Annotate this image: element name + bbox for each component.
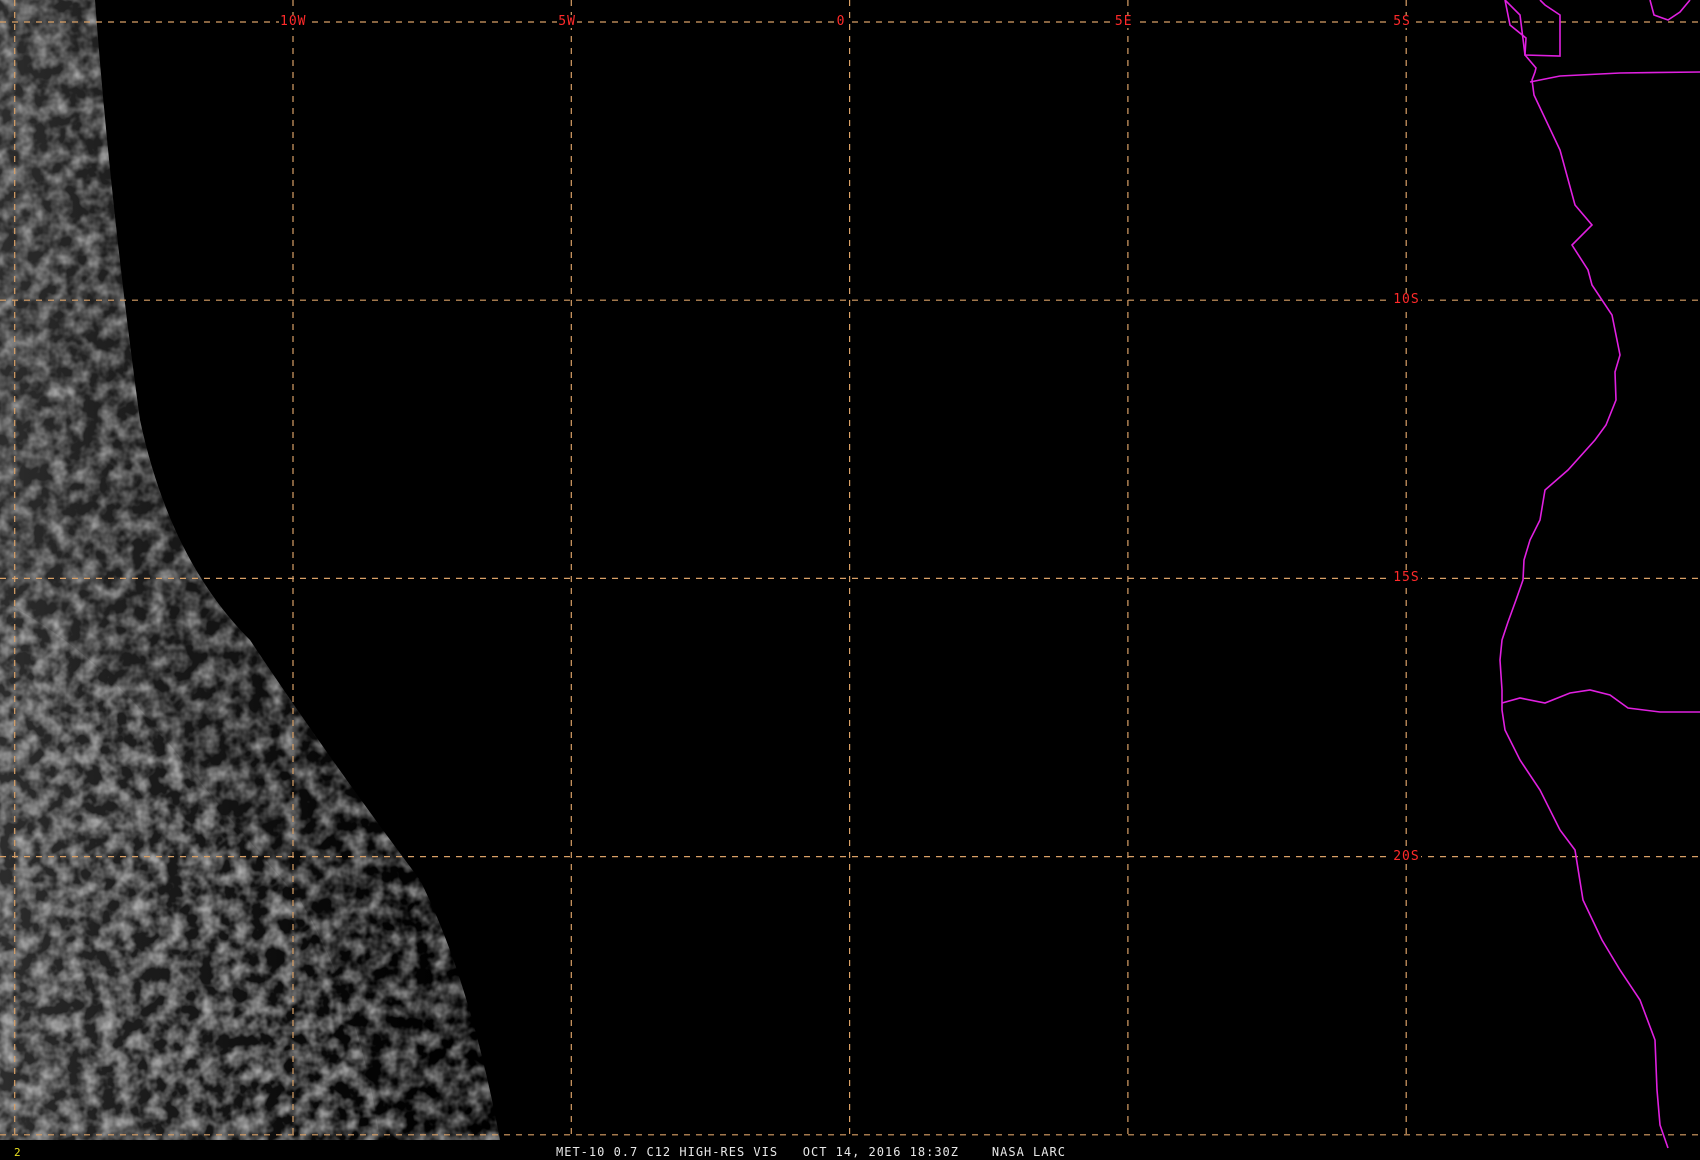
image-caption: MET-10 0.7 C12 HIGH-RES VIS OCT 14, 2016…: [556, 1145, 1066, 1159]
border-north-3: [1529, 71, 1700, 83]
cloud-field: [0, 0, 500, 1140]
longitude-label: 10W: [279, 14, 308, 29]
satellite-image-viewer: 10W 5W 0 5E 5S 10S 15S 20S 2 MET-10 0.7 C12 HIG…: [0, 0, 1700, 1160]
latitude-label: 5S: [1392, 14, 1412, 29]
coastline-boundaries: [1499, 0, 1700, 1149]
latitude-label: 20S: [1392, 848, 1421, 864]
border-north-2: [1649, 0, 1691, 21]
latitude-label: 15S: [1392, 570, 1421, 586]
latitude-label: 10S: [1392, 292, 1421, 308]
longitude-label: 5E: [1113, 14, 1134, 29]
satellite-map: [0, 0, 1700, 1149]
longitude-label: 5W: [557, 14, 577, 29]
border-angola-namibia: [1501, 689, 1700, 713]
frame-number: 2: [14, 1146, 21, 1159]
longitude-label: 0: [835, 14, 847, 29]
coastline: [1499, 0, 1669, 1149]
